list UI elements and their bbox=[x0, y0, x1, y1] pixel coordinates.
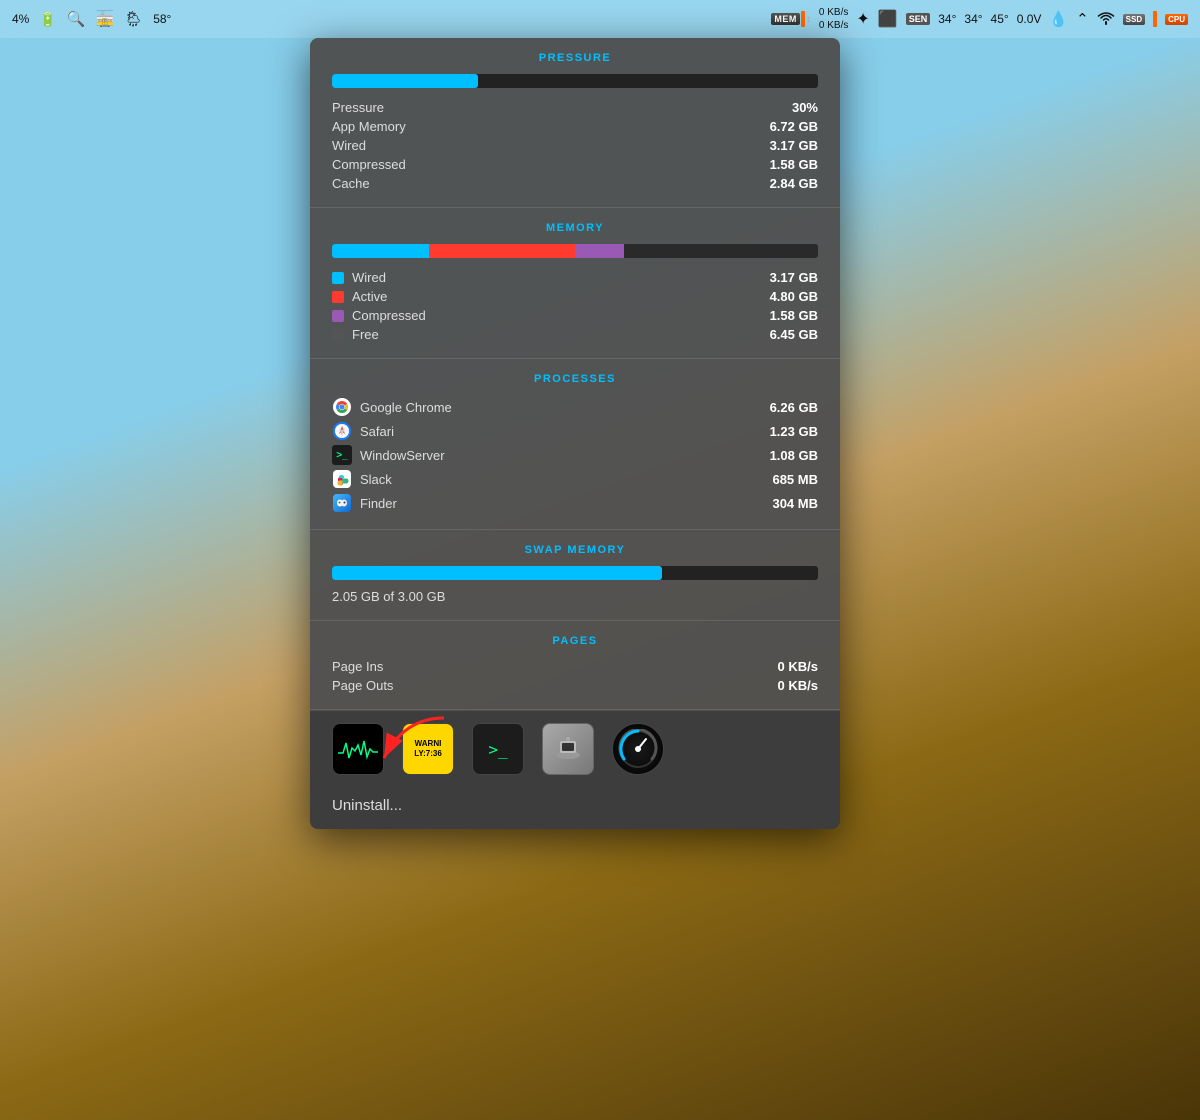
windowserver-icon: >_ bbox=[332, 445, 352, 465]
menubar: 4% 🔋 🔍 🚋 🌦 58° MEM ↕ 0 KB/s 0 KB/s ✦ ⬛ S… bbox=[0, 0, 1200, 38]
process-safari: Safari 1.23 GB bbox=[332, 419, 818, 443]
process-finder: Finder 304 MB bbox=[332, 491, 818, 515]
cpu-badge: CPU bbox=[1165, 14, 1188, 25]
sen-badge: SEN bbox=[906, 13, 931, 25]
orange-bar bbox=[1153, 11, 1157, 27]
compressed-dot bbox=[332, 310, 344, 322]
display-icon: ⬛ bbox=[878, 9, 898, 29]
swap-label: 2.05 GB of 3.00 GB bbox=[332, 589, 445, 604]
mem-arrow: ↕ bbox=[806, 14, 811, 25]
train-icon: 🚋 bbox=[95, 10, 114, 28]
chrome-icon bbox=[332, 397, 352, 417]
memory-row-active: Active 4.80 GB bbox=[332, 287, 818, 306]
process-chrome: Google Chrome 6.26 GB bbox=[332, 395, 818, 419]
istatistica-icon[interactable] bbox=[612, 723, 664, 775]
memory-popup: PRESSURE Pressure 30% App Memory 6.72 GB… bbox=[310, 38, 840, 829]
battery-pct: 4% bbox=[12, 12, 29, 26]
slack-icon bbox=[332, 469, 352, 489]
net-speeds: 0 KB/s 0 KB/s bbox=[819, 6, 848, 32]
seg-wired bbox=[332, 244, 429, 258]
seg-active bbox=[429, 244, 575, 258]
pressure-bar-fill bbox=[332, 74, 478, 88]
system-info-icon[interactable] bbox=[542, 723, 594, 775]
seg-compressed bbox=[575, 244, 624, 258]
temp1: 34° bbox=[938, 12, 956, 26]
uninstall-label[interactable]: Uninstall... bbox=[332, 797, 402, 814]
process-slack: Slack 685 MB bbox=[332, 467, 818, 491]
temp3: 45° bbox=[991, 12, 1009, 26]
uninstall-row: Uninstall... bbox=[310, 787, 840, 829]
dock-area: WARNI LY:7:36 >_ bbox=[310, 710, 840, 787]
magnify-icon: 🔍 bbox=[67, 10, 86, 28]
process-windowserver: >_ WindowServer 1.08 GB bbox=[332, 443, 818, 467]
activity-monitor-wrapper bbox=[332, 723, 384, 775]
safari-icon bbox=[332, 421, 352, 441]
ssd-badge: SSD bbox=[1123, 14, 1145, 25]
pressure-row-cache: Cache 2.84 GB bbox=[332, 174, 818, 193]
pressure-row-compressed: Compressed 1.58 GB bbox=[332, 155, 818, 174]
swap-bar-container bbox=[332, 566, 818, 580]
seg-free bbox=[624, 244, 818, 258]
swap-section: SWAP MEMORY 2.05 GB of 3.00 GB bbox=[310, 530, 840, 621]
pages-row-outs: Page Outs 0 KB/s bbox=[332, 676, 818, 695]
pressure-bar-container bbox=[332, 74, 818, 88]
cursor-icon: ⌃ bbox=[1076, 10, 1089, 28]
voltage: 0.0V bbox=[1017, 12, 1042, 26]
weather-temp: 58° bbox=[153, 12, 171, 26]
wifi-icon bbox=[1097, 11, 1115, 28]
memory-section: MEMORY Wired 3.17 GB Active 4.80 GB Com bbox=[310, 208, 840, 359]
pressure-row-wired: Wired 3.17 GB bbox=[332, 136, 818, 155]
pressure-title: PRESSURE bbox=[332, 52, 818, 64]
weather-icon: 🌦 bbox=[124, 10, 143, 28]
memory-row-wired: Wired 3.17 GB bbox=[332, 268, 818, 287]
memory-title: MEMORY bbox=[332, 222, 818, 234]
pressure-section: PRESSURE Pressure 30% App Memory 6.72 GB… bbox=[310, 38, 840, 208]
finder-icon bbox=[332, 493, 352, 513]
battery-icon: 🔋 bbox=[39, 11, 56, 28]
memory-segmented-bar bbox=[332, 244, 818, 258]
pages-row-ins: Page Ins 0 KB/s bbox=[332, 657, 818, 676]
memory-row-compressed: Compressed 1.58 GB bbox=[332, 306, 818, 325]
active-dot bbox=[332, 291, 344, 303]
mem-indicator[interactable]: MEM ↕ bbox=[771, 11, 811, 27]
terminal-icon[interactable]: >_ bbox=[472, 723, 524, 775]
temp2: 34° bbox=[964, 12, 982, 26]
crosshair-icon: ✦ bbox=[856, 9, 869, 29]
red-arrow bbox=[374, 713, 454, 773]
drop-icon: 💧 bbox=[1049, 10, 1068, 28]
wired-dot bbox=[332, 272, 344, 284]
swap-bar-fill bbox=[332, 566, 662, 580]
swap-title: SWAP MEMORY bbox=[332, 544, 818, 556]
mem-badge: MEM bbox=[771, 13, 800, 25]
free-dot bbox=[332, 329, 344, 341]
pages-title: PAGES bbox=[332, 635, 818, 647]
pages-section: PAGES Page Ins 0 KB/s Page Outs 0 KB/s bbox=[310, 621, 840, 710]
processes-title: PROCESSES bbox=[332, 373, 818, 385]
processes-section: PROCESSES Google Chrome bbox=[310, 359, 840, 530]
pressure-row-app-memory: App Memory 6.72 GB bbox=[332, 117, 818, 136]
pressure-row-pressure: Pressure 30% bbox=[332, 98, 818, 117]
memory-row-free: Free 6.45 GB bbox=[332, 325, 818, 344]
